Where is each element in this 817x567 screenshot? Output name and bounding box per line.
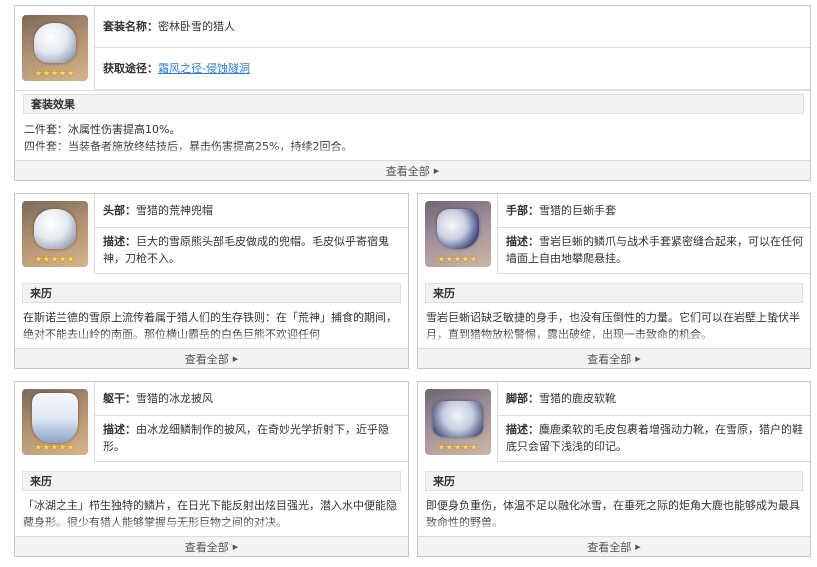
view-all-label: 查看全部 — [587, 352, 632, 366]
lore-text: 在斯诺兰德的雪原上流传着属于猎人们的生存铁则：在「荒神」捕食的期间，绝对不能去山… — [23, 309, 403, 345]
desc-label: 描述： — [103, 235, 136, 248]
caret-right-icon: ▶ — [635, 354, 641, 363]
piece-panel-head: ★★★★★ 头部： 雪猎的荒神兜帽 描述：巨大的雪原熊头部毛皮做成的兜帽。毛皮似… — [14, 193, 409, 369]
view-all-label: 查看全部 — [184, 352, 229, 366]
slot-value: 雪猎的冰龙披风 — [136, 392, 213, 405]
view-all-button[interactable]: 查看全部 ▶ — [418, 536, 810, 556]
rarity-stars: ★★★★★ — [34, 443, 75, 453]
slot-label: 躯干： — [103, 392, 136, 405]
piece-desc-row: 描述：雪岩巨蜥的鳞爪与战术手套紧密缝合起来，可以在任何墙面上自由地攀爬悬挂。 — [498, 228, 810, 274]
set-view-all-button[interactable]: 查看全部 ▶ — [15, 160, 810, 180]
set-source-label: 获取途径： — [103, 62, 158, 75]
caret-right-icon: ▶ — [635, 542, 641, 551]
view-all-label: 查看全部 — [385, 164, 430, 178]
view-all-button[interactable]: 查看全部 ▶ — [418, 348, 810, 368]
rarity-stars: ★★★★★ — [437, 443, 478, 453]
lore-title: 来历 — [425, 283, 803, 303]
piece-icon: ★★★★★ — [424, 201, 491, 267]
desc-label: 描述： — [506, 235, 539, 248]
helmet-icon — [33, 23, 76, 63]
piece-desc-row: 描述：麋鹿柔软的毛皮包裹着增强动力靴，在雪原，猎户的鞋底只会留下浅浅的印记。 — [498, 416, 810, 462]
desc-label: 描述： — [506, 423, 539, 436]
view-all-label: 查看全部 — [184, 540, 229, 554]
piece-icon: ★★★★★ — [21, 389, 88, 455]
slot-label: 手部： — [506, 204, 539, 217]
lore-title: 来历 — [22, 283, 401, 303]
caret-right-icon: ▶ — [433, 166, 440, 175]
lore-title: 来历 — [22, 471, 401, 491]
view-all-button[interactable]: 查看全部 ▶ — [15, 536, 408, 556]
view-all-button[interactable]: 查看全部 ▶ — [15, 348, 408, 368]
piece-slot-row: 脚部： 雪猎的鹿皮软靴 — [498, 382, 810, 416]
desc-value: 雪岩巨蜥的鳞爪与战术手套紧密缝合起来，可以在任何墙面上自由地攀爬悬挂。 — [506, 235, 803, 265]
caret-right-icon: ▶ — [232, 354, 239, 363]
lore-title: 来历 — [425, 471, 803, 491]
piece-panel-body: ★★★★★ 躯干： 雪猎的冰龙披风 描述：由冰龙细鳞制作的披风，在奇妙光学折射下… — [14, 381, 409, 557]
piece-icon-cell: ★★★★★ — [15, 382, 95, 462]
piece-icon-cell: ★★★★★ — [418, 194, 498, 274]
set-source-link[interactable]: 霜风之径-侵蚀隧洞 — [158, 60, 250, 77]
lore-text: 雪岩巨蜥诏缺乏敏捷的身手，也没有压倒性的力量。它们可以在岩壁上蛰伏半月，直到猎物… — [426, 309, 805, 345]
rarity-stars: ★★★★★ — [34, 69, 75, 79]
rarity-stars: ★★★★★ — [437, 255, 478, 265]
rarity-stars: ★★★★★ — [34, 255, 75, 265]
set-panel: ★★★★★ 套装名称： 密林卧雪的猎人 获取途径： 霜风之径-侵蚀隧洞 套装效果… — [14, 5, 811, 181]
view-all-label: 查看全部 — [587, 540, 632, 554]
piece-desc-row: 描述：由冰龙细鳞制作的披风，在奇妙光学折射下，近乎隐形。 — [95, 416, 408, 462]
piece-desc-row: 描述：巨大的雪原熊头部毛皮做成的兜帽。毛皮似乎寄宿鬼神，刀枪不入。 — [95, 228, 408, 274]
glove-icon — [436, 209, 479, 249]
piece-icon-cell: ★★★★★ — [15, 194, 95, 274]
slot-value: 雪猎的巨蜥手套 — [539, 204, 616, 217]
caret-right-icon: ▶ — [232, 542, 239, 551]
desc-text: 描述：麋鹿柔软的毛皮包裹着增强动力靴，在雪原，猎户的鞋底只会留下浅浅的印记。 — [506, 421, 804, 455]
piece-icon-cell: ★★★★★ — [418, 382, 498, 462]
piece-icon: ★★★★★ — [21, 201, 88, 267]
desc-value: 麋鹿柔软的毛皮包裹着增强动力靴，在雪原，猎户的鞋底只会留下浅浅的印记。 — [506, 423, 803, 453]
cape-icon — [31, 393, 78, 443]
slot-value: 雪猎的荒神兜帽 — [136, 204, 213, 217]
set-effect-line-1: 二件套：冰属性伤害提高10%。 — [24, 123, 181, 136]
slot-label: 头部： — [103, 204, 136, 217]
desc-label: 描述： — [103, 423, 136, 436]
desc-text: 描述：雪岩巨蜥的鳞爪与战术手套紧密缝合起来，可以在任何墙面上自由地攀爬悬挂。 — [506, 233, 804, 267]
set-icon: ★★★★★ — [21, 15, 88, 81]
hood-icon — [33, 209, 76, 249]
piece-panel-hands: ★★★★★ 手部： 雪猎的巨蜥手套 描述：雪岩巨蜥的鳞爪与战术手套紧密缝合起来，… — [417, 193, 811, 369]
boots-icon — [432, 401, 483, 437]
set-name-value: 密林卧雪的猎人 — [158, 20, 235, 33]
set-source-row: 获取途径： 霜风之径-侵蚀隧洞 — [95, 48, 810, 90]
piece-panel-feet: ★★★★★ 脚部： 雪猎的鹿皮软靴 描述：麋鹿柔软的毛皮包裹着增强动力靴，在雪原… — [417, 381, 811, 557]
lore-text: 「冰湖之主」栉生独特的鳞片，在日光下能反射出炫目强光，潜入水中便能隐藏身形。很少… — [23, 497, 403, 533]
set-name-row: 套装名称： 密林卧雪的猎人 — [95, 6, 810, 48]
piece-slot-row: 头部： 雪猎的荒神兜帽 — [95, 194, 408, 228]
set-name-label: 套装名称： — [103, 20, 158, 33]
lore-text: 即便身负重伤，体温不足以融化冰雪，在垂死之际的炬角大鹿也能够成为最具致命性的野兽… — [426, 497, 805, 533]
piece-slot-row: 躯干： 雪猎的冰龙披风 — [95, 382, 408, 416]
piece-slot-row: 手部： 雪猎的巨蜥手套 — [498, 194, 810, 228]
set-effect-title: 套装效果 — [23, 94, 804, 114]
divider — [15, 90, 810, 91]
desc-value: 由冰龙细鳞制作的披风，在奇妙光学折射下，近乎隐形。 — [103, 423, 389, 453]
desc-value: 巨大的雪原熊头部毛皮做成的兜帽。毛皮似乎寄宿鬼神，刀枪不入。 — [103, 235, 389, 265]
slot-value: 雪猎的鹿皮软靴 — [539, 392, 616, 405]
set-effect-text: 二件套：冰属性伤害提高10%。 四件套：当装备者施放终结技后，暴击伤害提高25%… — [24, 121, 804, 159]
desc-text: 描述：巨大的雪原熊头部毛皮做成的兜帽。毛皮似乎寄宿鬼神，刀枪不入。 — [103, 233, 402, 267]
piece-icon: ★★★★★ — [424, 389, 491, 455]
set-icon-cell: ★★★★★ — [15, 6, 95, 90]
slot-label: 脚部： — [506, 392, 539, 405]
desc-text: 描述：由冰龙细鳞制作的披风，在奇妙光学折射下，近乎隐形。 — [103, 421, 402, 455]
